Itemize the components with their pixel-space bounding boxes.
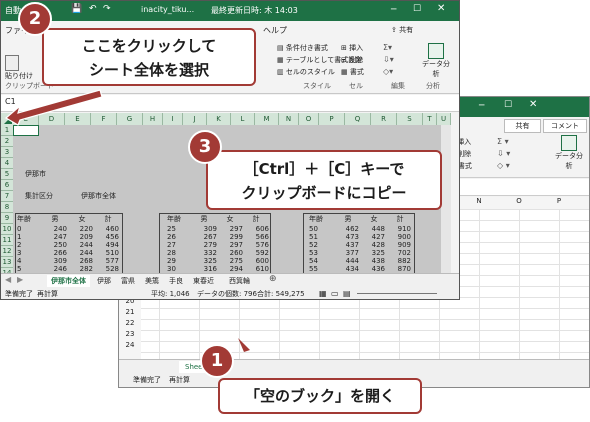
- callout-step3-line1: ［Ctrl］＋［C］キーで: [243, 160, 405, 178]
- step1-badge: 1: [200, 344, 234, 378]
- callout-step1-text: 「空のブック」を開く: [244, 387, 395, 405]
- arrow-to-select-all: [4, 89, 103, 126]
- callout-step2: ここをクリックして シート全体を選択: [42, 28, 256, 86]
- step2-badge: 2: [18, 2, 52, 36]
- step3-badge: 3: [188, 130, 222, 164]
- callout1-pointer: [238, 338, 250, 352]
- callout-step2-line1: ここをクリックして: [81, 37, 217, 55]
- callout-step1: 「空のブック」を開く: [218, 378, 422, 414]
- callout-step3-line2: クリップボードにコピー: [241, 184, 407, 202]
- callout-step2-line2: シート全体を選択: [88, 61, 209, 79]
- callout-step3: ［Ctrl］＋［C］キーで クリップボードにコピー: [206, 150, 442, 210]
